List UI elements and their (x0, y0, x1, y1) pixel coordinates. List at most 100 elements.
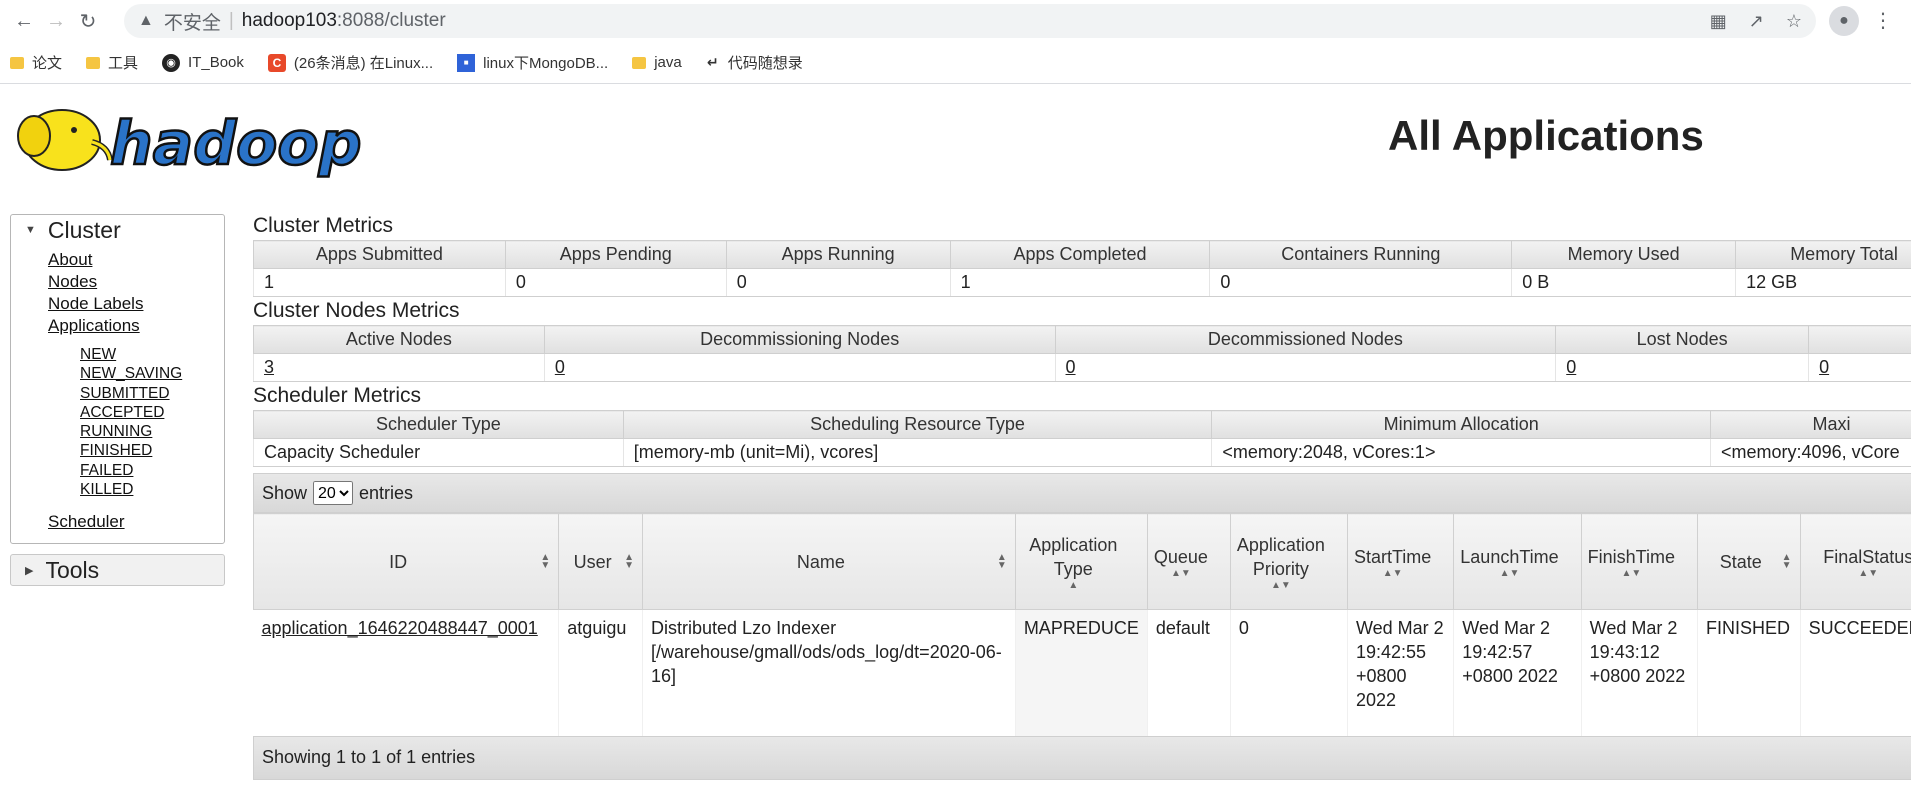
state-failed[interactable]: FAILED (80, 461, 224, 480)
cluster-label: Cluster (47, 216, 121, 243)
nav-scheduler[interactable]: Scheduler (48, 511, 224, 533)
metric-header: Apps Pending (504, 240, 727, 269)
column-header-final-status[interactable]: FinalStatus ▲▼ (1799, 513, 1911, 610)
lost-nodes-link[interactable]: 0 (1555, 353, 1809, 382)
cell-launch-time: Wed Mar 2 19:42:57 +0800 2022 (1453, 609, 1582, 736)
logo-text: hadoop (110, 109, 362, 178)
decommissioned-nodes-link[interactable]: 0 (1054, 353, 1556, 382)
metric-header (1808, 325, 1911, 354)
cell-finish-time: Wed Mar 2 19:43:12 +0800 2022 (1581, 609, 1699, 736)
bookmark-daima[interactable]: ↵ 代码随想录 (706, 52, 803, 73)
cluster-header[interactable]: ▼ Cluster (11, 215, 224, 245)
column-label: LaunchTime (1460, 546, 1559, 567)
nav-node-labels[interactable]: Node Labels (48, 293, 224, 315)
state-finished[interactable]: FINISHED (80, 441, 224, 460)
bookmark-lunwen[interactable]: 论文 (10, 52, 62, 73)
node-metrics-title: Cluster Nodes Metrics (253, 299, 460, 322)
sort-both-icon: ▲▼ (1499, 567, 1520, 579)
column-header-launch-time[interactable]: LaunchTime ▲▼ (1453, 513, 1582, 610)
warning-icon: ▲ (138, 12, 154, 29)
state-killed[interactable]: KILLED (80, 480, 224, 499)
column-label: StartTime (1353, 546, 1432, 567)
menu-kebab-icon[interactable]: ⋮ (1873, 8, 1893, 33)
metric-value: 0 (504, 268, 727, 297)
sort-both-icon: ▲▼ (1781, 552, 1792, 571)
bookmark-java[interactable]: java (632, 54, 682, 71)
metric-header: Apps Submitted (253, 240, 506, 269)
csdn-icon: C (267, 53, 286, 72)
site-icon: ↵ (706, 54, 719, 70)
sort-both-icon: ▲▼ (1621, 567, 1642, 579)
insecure-label: 不安全 (163, 12, 221, 34)
scheduler-metrics-title: Scheduler Metrics (253, 384, 422, 407)
metric-header: Apps Completed (949, 240, 1211, 269)
column-header-application-type[interactable]: Application Type ▲ (1014, 513, 1148, 610)
metric-header: Decommissioning Nodes (543, 325, 1056, 354)
bookmark-mongodb[interactable]: ■ linux下MongoDB... (457, 52, 608, 73)
column-label: Name (796, 551, 845, 572)
translate-icon[interactable]: ▦ (1710, 11, 1727, 32)
cell-start-time: Wed Mar 2 19:42:55 +0800 2022 (1347, 609, 1455, 736)
column-header-name[interactable]: Name ▲ ▼ (642, 513, 1016, 610)
sidebar: ▼ Cluster About Nodes Node Labels Applic… (10, 214, 225, 587)
column-label: Queue (1153, 546, 1208, 567)
sort-both-icon: ▲▼ (1382, 567, 1403, 579)
nav-nodes[interactable]: Nodes (48, 271, 224, 293)
state-submitted[interactable]: SUBMITTED (80, 384, 224, 403)
sort-both-icon: ▲▼ (996, 552, 1007, 571)
unhealthy-nodes-link[interactable]: 0 (1808, 353, 1911, 382)
hadoop-logo[interactable]: hadoop (12, 96, 386, 178)
address-bar[interactable]: ▲ 不安全 | hadoop103:8088/cluster ▦ ↗ ☆ (124, 4, 1816, 38)
column-header-state[interactable]: State ▲ ▼ (1697, 513, 1801, 610)
decommissioning-nodes-link[interactable]: 0 (543, 353, 1056, 382)
nav-about[interactable]: About (48, 249, 224, 271)
column-header-application-priority[interactable]: Application Priority ▲▼ (1229, 513, 1348, 610)
state-accepted[interactable]: ACCEPTED (80, 403, 224, 422)
triangle-right-icon: ▶ (25, 564, 34, 577)
bookmark-label: 论文 (32, 55, 63, 72)
url-path: :8088/cluster (336, 10, 446, 31)
bookmarks-bar: 论文 工具 ◉ IT_Book C (26条消息) 在Linux... ■ linux… (0, 42, 1911, 84)
metric-header: Minimum Allocation (1211, 410, 1712, 439)
column-label: FinalStatus (1823, 546, 1911, 567)
profile-avatar-icon[interactable]: ● (1829, 6, 1859, 36)
back-icon[interactable]: ← (8, 5, 40, 37)
triangle-down-icon: ▼ (25, 224, 36, 236)
bookmark-gongju[interactable]: 工具 (86, 52, 138, 73)
applications-table: ID ▲ ▼ User ▲ ▼ Name ▲ ▼ Application Type ▲ Que… (252, 513, 1911, 736)
column-header-user[interactable]: User ▲ ▼ (558, 513, 644, 610)
nav-applications[interactable]: Applications (48, 315, 224, 337)
column-header-queue[interactable]: Queue ▲▼ (1146, 513, 1231, 610)
entries-label: entries (359, 482, 414, 503)
metric-header: Active Nodes (253, 325, 545, 354)
reload-icon[interactable]: ↻ (72, 5, 104, 37)
column-header-finish-time[interactable]: FinishTime ▲▼ (1580, 513, 1699, 610)
tools-panel[interactable]: ▶ Tools (10, 554, 225, 587)
cell-state: FINISHED (1697, 609, 1801, 736)
column-label: Application Type (1029, 534, 1118, 579)
state-new[interactable]: NEW (80, 345, 224, 364)
share-icon[interactable]: ↗ (1749, 11, 1764, 32)
forward-icon[interactable]: → (40, 5, 72, 37)
page-title: All Applications (1388, 112, 1704, 159)
bookmark-it-book[interactable]: ◉ IT_Book (162, 53, 244, 72)
state-new-saving[interactable]: NEW_SAVING (80, 364, 224, 383)
column-header-id[interactable]: ID ▲ ▼ (252, 513, 560, 610)
baidu-icon: ■ (457, 53, 476, 72)
cluster-metrics-title: Cluster Metrics (253, 214, 394, 237)
column-label: Application Priority (1236, 534, 1325, 579)
application-id-link[interactable]: application_1646220488447_0001 (253, 609, 560, 736)
state-running[interactable]: RUNNING (80, 422, 224, 441)
page-size-select[interactable]: 20 (313, 481, 354, 505)
column-header-start-time[interactable]: StartTime ▲▼ (1346, 513, 1455, 610)
column-label: State (1719, 551, 1762, 572)
metric-value: Capacity Scheduler (253, 438, 624, 467)
metric-header: Lost Nodes (1555, 325, 1810, 354)
bookmark-star-icon[interactable]: ☆ (1786, 11, 1802, 32)
column-label: User (573, 551, 612, 572)
metric-header: Scheduler Type (253, 410, 624, 439)
bookmark-csdn[interactable]: C (26条消息) 在Linux... (267, 52, 433, 73)
active-nodes-link[interactable]: 3 (253, 353, 545, 382)
metric-value: [memory-mb (unit=Mi), vcores] (622, 438, 1212, 467)
sort-both-icon: ▲▼ (1170, 567, 1191, 579)
